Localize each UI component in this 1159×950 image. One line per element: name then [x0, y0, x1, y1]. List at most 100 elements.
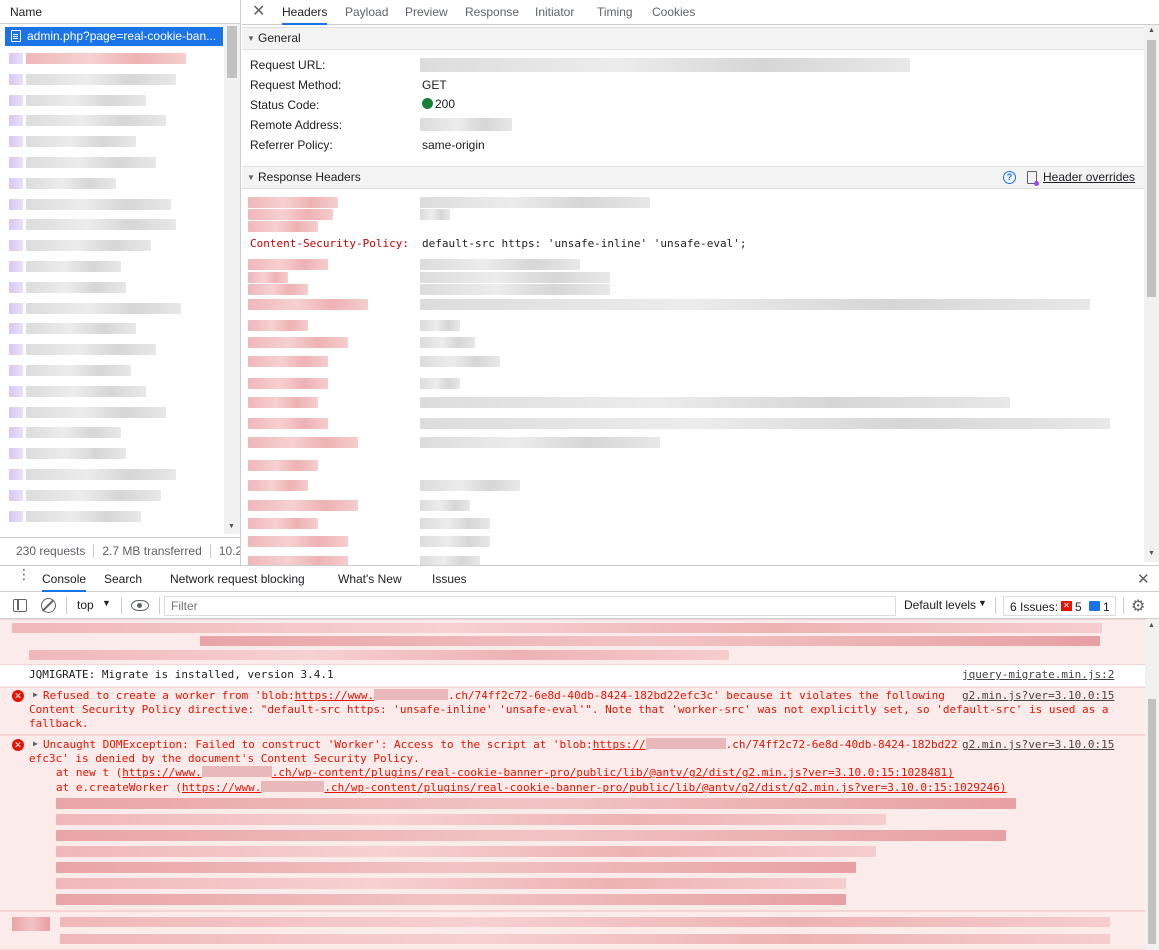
help-icon[interactable]: ? — [1003, 171, 1016, 184]
redacted-block — [248, 500, 358, 511]
redacted-block — [248, 397, 318, 408]
blob-url-link[interactable]: https:// — [593, 738, 646, 751]
close-drawer-icon[interactable]: ✕ — [1137, 570, 1150, 588]
scrollbar-thumb[interactable] — [227, 26, 237, 78]
redacted-block — [12, 623, 1102, 633]
name-column-header[interactable]: Name — [0, 0, 240, 24]
scroll-up-arrow-icon[interactable]: ▲ — [1148, 27, 1155, 34]
jqmigrate-source-link[interactable]: jquery-migrate.min.js:2 — [962, 668, 1114, 681]
redacted-block — [9, 177, 23, 189]
redacted-block — [56, 894, 846, 905]
redacted-block — [26, 281, 126, 293]
remote-address-label: Remote Address: — [250, 118, 343, 132]
redacted-block — [248, 418, 328, 429]
redacted-block — [9, 365, 23, 376]
redacted-block — [420, 437, 660, 448]
request-list-scrollbar[interactable]: ▼ — [224, 24, 240, 534]
expand-triangle-icon[interactable]: ▶ — [33, 739, 38, 748]
redacted-block — [420, 518, 490, 529]
redacted-block — [248, 518, 318, 529]
redacted-block — [420, 272, 610, 283]
redacted-block — [60, 934, 1110, 944]
console-log-row: JQMIGRATE: Migrate is installed, version… — [0, 665, 1145, 687]
tab-preview[interactable]: Preview — [405, 0, 448, 25]
redacted-block — [420, 356, 500, 367]
console-settings-gear-icon[interactable]: ⚙ — [1131, 596, 1145, 616]
referrer-policy-label: Referrer Policy: — [250, 138, 333, 152]
error-issue-count: 5 — [1075, 600, 1082, 614]
chevron-down-icon[interactable]: ▼ — [978, 598, 987, 608]
redacted-block — [26, 94, 146, 106]
scrollbar-thumb[interactable] — [1147, 40, 1156, 297]
redacted-block — [56, 846, 876, 857]
redacted-block — [9, 136, 23, 148]
redacted-block — [26, 385, 146, 397]
general-section-title: General — [258, 31, 301, 45]
redacted-block — [26, 261, 121, 272]
blob-url-link[interactable]: https://www. — [295, 689, 374, 702]
tab-network-request-blocking[interactable]: Network request blocking — [170, 566, 305, 592]
redacted-block — [26, 302, 181, 314]
status-ok-icon — [422, 98, 433, 109]
tab-headers[interactable]: Headers — [282, 0, 328, 25]
redacted-block — [26, 448, 126, 460]
resources-size: 10.2 — [209, 544, 240, 558]
issues-counter-button[interactable]: 6 Issues: ✕ 5 1 — [1003, 596, 1116, 616]
log-levels-dropdown[interactable]: Default levels — [904, 598, 976, 612]
info-issue-count: 1 — [1103, 600, 1110, 614]
scroll-down-arrow-icon[interactable]: ▼ — [228, 523, 235, 530]
redacted-block — [420, 418, 1110, 429]
general-section-header[interactable]: ▼ General — [242, 27, 1144, 50]
tab-whats-new[interactable]: What's New — [338, 566, 402, 592]
document-icon — [11, 30, 21, 42]
error1-line2: Content Security Policy directive: "defa… — [29, 703, 1109, 716]
tab-timing[interactable]: Timing — [597, 0, 633, 25]
tab-console[interactable]: Console — [42, 566, 87, 592]
selected-request-row[interactable]: admin.php?page=real-cookie-ban... — [5, 27, 223, 46]
close-icon[interactable]: ✕ — [252, 4, 268, 20]
stack-link[interactable]: https://www. — [182, 781, 261, 794]
error2-source-link[interactable]: g2.min.js?ver=3.10.0:15 — [962, 738, 1114, 751]
live-expression-eye-icon[interactable] — [131, 600, 149, 611]
console-filter-input[interactable] — [164, 596, 896, 616]
more-menu-icon[interactable]: ⋮ — [17, 567, 31, 586]
redacted-block — [26, 136, 136, 148]
error1-source-link[interactable]: g2.min.js?ver=3.10.0:15 — [962, 689, 1114, 702]
redacted-block — [420, 197, 650, 208]
redacted-block — [420, 500, 470, 511]
stack-link[interactable]: https://www. — [122, 766, 201, 779]
tab-issues[interactable]: Issues — [432, 566, 467, 592]
redacted-block — [9, 53, 23, 64]
redacted-block — [26, 469, 176, 480]
scrollbar-thumb[interactable] — [1148, 699, 1156, 944]
tab-response[interactable]: Response — [465, 0, 519, 25]
redacted-block — [9, 94, 23, 106]
header-overrides-link[interactable]: Header overrides — [1043, 167, 1135, 188]
request-detail-tabs: ✕ Headers Payload Preview Response Initi… — [242, 0, 1159, 25]
scroll-up-arrow-icon[interactable]: ▲ — [1148, 622, 1155, 629]
redacted-block — [420, 337, 475, 348]
expand-triangle-icon[interactable]: ▶ — [33, 690, 38, 699]
redacted-block — [9, 344, 23, 356]
network-request-list: Name admin.php?page=real-cookie-ban... ▼… — [0, 0, 241, 565]
console-scrollbar[interactable]: ▲ — [1145, 619, 1159, 950]
clear-console-icon[interactable] — [41, 598, 56, 613]
scroll-down-arrow-icon[interactable]: ▼ — [1148, 550, 1155, 557]
csp-header-value: default-src https: 'unsafe-inline' 'unsa… — [422, 237, 747, 250]
tab-initiator[interactable]: Initiator — [535, 0, 574, 25]
redacted-block — [420, 320, 460, 331]
redacted-block — [9, 73, 23, 85]
redacted-block — [9, 469, 23, 480]
chevron-down-icon[interactable]: ▼ — [102, 598, 111, 608]
context-selector[interactable]: top — [77, 598, 94, 612]
redacted-block — [26, 157, 156, 168]
response-headers-section-header[interactable]: ▼ Response Headers ? Header overrides — [242, 166, 1144, 189]
redacted-block — [26, 53, 186, 64]
tab-cookies[interactable]: Cookies — [652, 0, 695, 25]
headers-scrollbar[interactable]: ▲ ▼ — [1144, 25, 1159, 562]
sidebar-toggle-icon[interactable] — [13, 599, 27, 612]
tab-payload[interactable]: Payload — [345, 0, 388, 25]
redacted-block — [248, 197, 338, 208]
tab-search[interactable]: Search — [104, 566, 142, 592]
redacted-block — [9, 198, 23, 210]
